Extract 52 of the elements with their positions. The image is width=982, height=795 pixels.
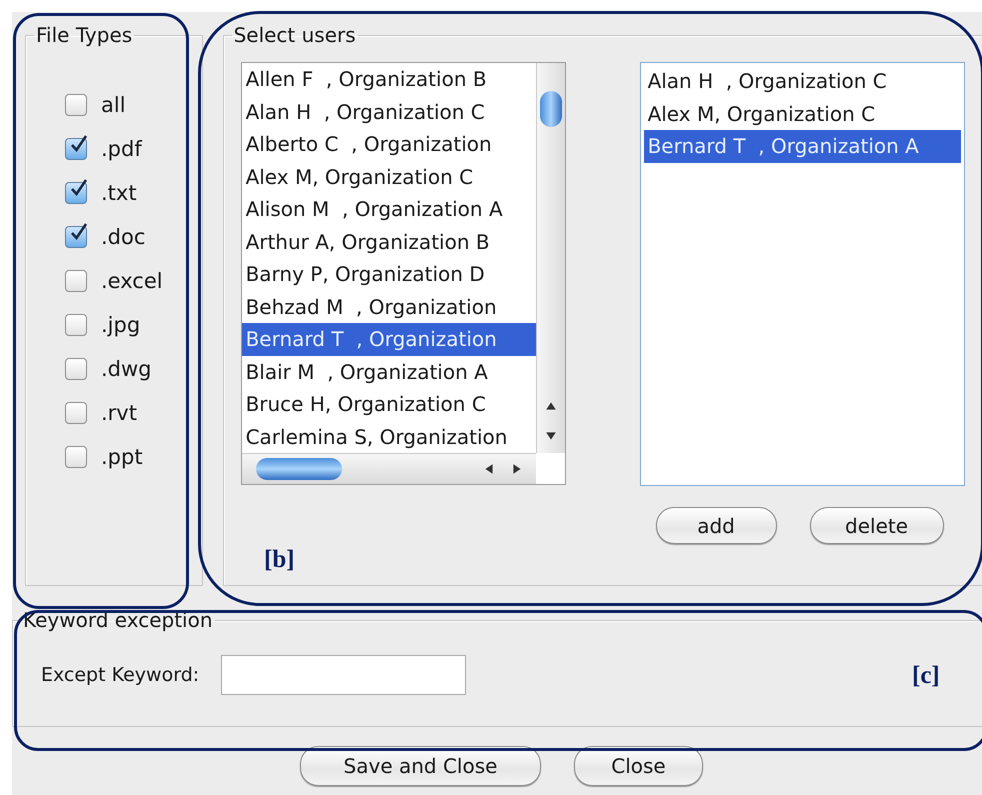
annotation-label: [b]: [264, 546, 295, 574]
scroll-thumb[interactable]: [256, 458, 342, 480]
checkbox[interactable]: [65, 270, 87, 292]
horizontal-scrollbar[interactable]: [242, 453, 536, 484]
checkbox[interactable]: [65, 358, 87, 380]
checkbox[interactable]: [65, 402, 87, 424]
list-item[interactable]: Carlemina S, Organization: [242, 420, 536, 453]
checkbox-label[interactable]: .dwg: [101, 357, 152, 381]
scroll-left-icon[interactable]: [484, 463, 494, 475]
list-item[interactable]: Arthur A, Organization B: [242, 226, 536, 258]
annotation-label: [c]: [912, 662, 940, 690]
list-item[interactable]: Bernard T , Organization A: [644, 130, 961, 162]
list-item[interactable]: Bernard T , Organization: [242, 323, 536, 356]
checkbox-label[interactable]: .excel: [101, 269, 163, 293]
vertical-scrollbar[interactable]: [536, 63, 565, 453]
list-item[interactable]: Alison M , Organization A: [242, 193, 536, 226]
checkbox-label[interactable]: .pdf: [101, 137, 142, 161]
checkbox-label[interactable]: .doc: [101, 225, 146, 249]
group-title: File Types: [35, 24, 134, 46]
checkbox[interactable]: [65, 314, 87, 336]
scroll-down-icon[interactable]: [544, 431, 557, 441]
checkbox[interactable]: [65, 138, 87, 160]
action-button[interactable]: delete: [810, 507, 944, 544]
list-item[interactable]: Alan H , Organization C: [644, 65, 961, 98]
list-item[interactable]: Alex M, Organization C: [242, 160, 536, 193]
dialog-button[interactable]: Close: [574, 746, 703, 786]
list-item[interactable]: Alex M, Organization C: [644, 98, 961, 130]
dialog-button[interactable]: Save and Close: [300, 746, 541, 786]
checkbox[interactable]: [65, 446, 87, 468]
scroll-thumb[interactable]: [540, 91, 562, 127]
checkbox[interactable]: [65, 94, 87, 116]
group-title: Select users: [232, 24, 357, 46]
list-item[interactable]: Barny P, Organization D: [242, 258, 536, 290]
checkbox-label[interactable]: .jpg: [101, 313, 140, 337]
list-item[interactable]: Alan H , Organization C: [242, 96, 536, 128]
action-button[interactable]: add: [656, 507, 777, 544]
list-item[interactable]: Behzad M , Organization: [242, 290, 536, 323]
checkbox-label[interactable]: .ppt: [101, 445, 143, 469]
list-item[interactable]: Alberto C , Organization: [242, 128, 536, 160]
checkbox[interactable]: [65, 182, 87, 204]
list-item[interactable]: Bruce H, Organization C: [242, 388, 536, 420]
checkbox-label[interactable]: .rvt: [101, 401, 137, 425]
keyword-input-field[interactable]: [221, 655, 466, 695]
checkbox-label[interactable]: .txt: [101, 181, 137, 205]
checkbox[interactable]: [65, 226, 87, 248]
list-item[interactable]: Blair M , Organization A: [242, 356, 536, 388]
scroll-up-icon[interactable]: [544, 401, 557, 411]
checkbox-label[interactable]: all: [101, 93, 126, 117]
field-label: Except Keyword:: [41, 664, 200, 686]
scroll-right-icon[interactable]: [512, 463, 522, 475]
list-item[interactable]: Allen F , Organization B: [242, 63, 536, 96]
group-title: Keyword exception: [22, 609, 214, 631]
